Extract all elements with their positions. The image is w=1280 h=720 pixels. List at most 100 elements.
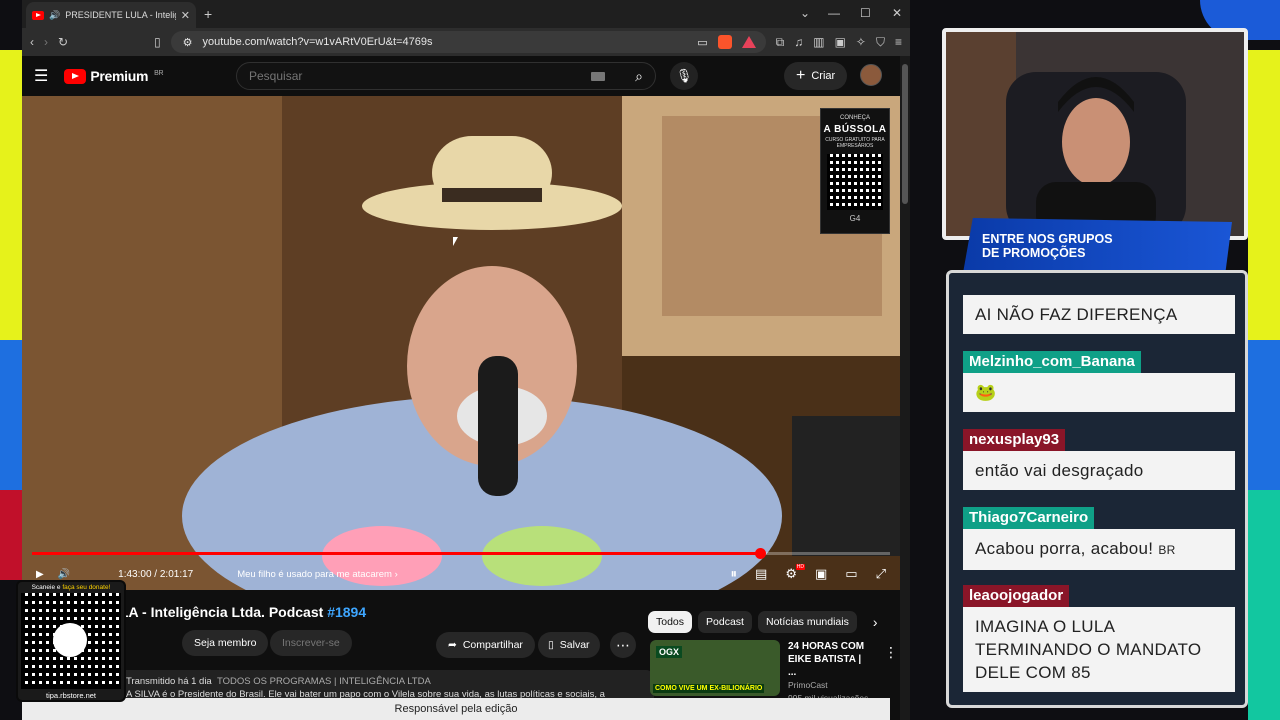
watch-info: LA - Inteligência Ltda. Podcast #1894 Se… xyxy=(22,590,900,720)
logo-region: BR xyxy=(154,70,164,77)
vpn-icon[interactable]: ⛉ xyxy=(876,35,885,50)
join-button[interactable]: Seja membro xyxy=(182,630,269,656)
tab-list-icon[interactable]: ⌄ xyxy=(800,6,810,20)
thumb-badge: OGX xyxy=(656,646,683,658)
voice-search-button[interactable]: 🎙 xyxy=(670,62,698,90)
chat-text: 🐸 xyxy=(963,373,1235,412)
brave-shields-icon[interactable] xyxy=(717,35,732,49)
recommended-channel[interactable]: PrimoCast xyxy=(788,679,872,692)
chat-message: leaoojogador IMAGINA O LULA TERMINANDO O… xyxy=(963,585,1235,692)
chapter-title[interactable]: Meu filho é usado para me atacarem › xyxy=(237,569,398,580)
avatar[interactable] xyxy=(860,64,882,86)
cast-icon[interactable]: ▭ xyxy=(697,36,707,49)
forward-icon[interactable]: › xyxy=(44,35,48,49)
youtube-header: ☰ Premium BR ⌕ 🎙 + Criar xyxy=(22,56,910,96)
speaker-icon: 🔊 xyxy=(49,9,61,20)
maximize-button[interactable]: ☐ xyxy=(860,6,871,20)
webcam-image xyxy=(946,32,1244,236)
tab-title: PRESIDENTE LULA - Inteligência Ltd xyxy=(65,10,176,20)
recommended-thumbnail[interactable]: OGX COMO VIVE UM EX-BILIONÁRIO xyxy=(650,640,780,696)
close-tab-icon[interactable]: ✕ xyxy=(181,9,190,22)
cast-tv-icon[interactable]: ▭ xyxy=(845,566,857,582)
subtitles-icon[interactable]: ▤ xyxy=(755,566,767,582)
brave-rewards-icon[interactable] xyxy=(741,36,756,48)
media-icon[interactable]: ♫ xyxy=(794,35,803,49)
qr-bottom-text: tipa.rbstore.net xyxy=(45,691,97,700)
share-button[interactable]: ➦ Compartilhar xyxy=(436,632,535,658)
extensions-icon[interactable]: ⧉ xyxy=(776,35,785,50)
scrollbar[interactable] xyxy=(900,56,910,720)
progress-fill xyxy=(32,552,761,555)
menu-icon[interactable]: ≡ xyxy=(895,35,902,49)
settings-icon[interactable]: ⚙ xyxy=(785,564,805,582)
chat-text: Acabou porra, acabou! BR xyxy=(963,529,1235,570)
ad-brand: A BÚSSOLA xyxy=(823,124,887,135)
qr-top-text: Scaneie e faça seu donate! xyxy=(31,584,111,591)
tab-bar: 🔊 PRESIDENTE LULA - Inteligência Ltd ✕ +… xyxy=(22,0,910,28)
thumb-caption: COMO VIVE UM EX-BILIONÁRIO xyxy=(653,684,765,693)
video-title: LA - Inteligência Ltda. Podcast #1894 xyxy=(120,604,367,620)
related-chips: Todos Podcast Notícias mundiais › xyxy=(648,611,878,633)
ad-line2: CURSO GRATUITO PARA EMPRESÁRIOS xyxy=(825,137,885,149)
scrollbar-thumb[interactable] xyxy=(902,64,908,204)
url-text: youtube.com/watch?v=w1vARtV0ErU&t=4769s xyxy=(202,36,433,48)
new-tab-button[interactable]: + xyxy=(204,6,212,22)
search-icon[interactable]: ⌕ xyxy=(635,68,643,85)
title-hashtag[interactable]: #1894 xyxy=(327,604,366,620)
video-frame xyxy=(22,96,900,590)
miniplayer-icon[interactable]: ▣ xyxy=(815,566,827,582)
minimize-button[interactable]: — xyxy=(828,6,840,20)
banner-line1: ENTRE NOS GRUPOS xyxy=(982,232,1113,246)
back-icon[interactable]: ‹ xyxy=(30,35,34,49)
browser-window: 🔊 PRESIDENTE LULA - Inteligência Ltd ✕ +… xyxy=(22,0,910,720)
play-icon[interactable]: ▶ xyxy=(36,569,44,580)
ad-qr-code xyxy=(827,154,883,210)
chat-text: AI NÃO FAZ DIFERENÇA xyxy=(963,295,1235,334)
mouse-cursor-icon xyxy=(453,237,458,246)
keyboard-icon[interactable] xyxy=(591,71,606,81)
search-input[interactable] xyxy=(249,69,592,83)
donate-qr-overlay: Scaneie e faça seu donate! tipa.rbstore.… xyxy=(16,580,126,702)
leo-icon[interactable]: ✧ xyxy=(856,35,866,49)
fullscreen-icon[interactable]: ⤢ xyxy=(876,566,886,582)
time-display: 1:43:00 / 2:01:17 xyxy=(118,568,194,580)
plus-icon: + xyxy=(796,67,806,84)
autoplay-toggle-icon[interactable]: ⏸ xyxy=(731,566,738,582)
volume-icon[interactable]: 🔊 xyxy=(58,569,70,580)
chip-todos[interactable]: Todos xyxy=(648,611,693,633)
chat-overlay: AI NÃO FAZ DIFERENÇA Melzinho_com_Banana… xyxy=(946,270,1248,708)
ad-footer: G4 xyxy=(849,214,861,223)
subscribe-button[interactable]: Inscrever-se xyxy=(270,630,352,656)
address-bar: ‹ › ↻ ▯ ⚙ youtube.com/watch?v=w1vARtV0Er… xyxy=(22,28,910,56)
chevron-right-icon[interactable]: › xyxy=(873,614,878,630)
site-settings-icon[interactable]: ⚙ xyxy=(183,36,193,49)
chat-text: então vai desgraçado xyxy=(963,451,1235,490)
video-player[interactable]: CONHEÇA A BÚSSOLA CURSO GRATUITO PARA EM… xyxy=(22,96,900,590)
url-field[interactable]: ⚙ youtube.com/watch?v=w1vARtV0ErU&t=4769… xyxy=(170,31,766,53)
chip-noticias[interactable]: Notícias mundiais xyxy=(757,611,857,633)
browser-tab[interactable]: 🔊 PRESIDENTE LULA - Inteligência Ltd ✕ xyxy=(26,2,196,28)
more-actions-button[interactable]: ⋯ xyxy=(610,632,636,658)
close-window-button[interactable]: ✕ xyxy=(892,6,902,20)
youtube-logo[interactable]: Premium BR xyxy=(64,68,164,84)
bookmark-icon[interactable]: ▯ xyxy=(154,35,161,49)
chat-username: Melzinho_com_Banana xyxy=(963,351,1141,373)
sidebar-icon[interactable]: ▥ xyxy=(813,35,824,49)
desc-tags[interactable]: TODOS OS PROGRAMAS | INTELIGÊNCIA LTDA xyxy=(217,676,431,687)
bookmark-add-icon: ▯ xyxy=(548,639,554,651)
search-box: ⌕ xyxy=(236,62,656,90)
reload-icon[interactable]: ↻ xyxy=(58,35,68,49)
wallet-icon[interactable]: ▣ xyxy=(835,35,846,49)
chip-podcast[interactable]: Podcast xyxy=(698,611,752,633)
banner-line2: DE PROMOÇÕES xyxy=(982,246,1086,260)
recommended-title[interactable]: 24 HORAS COM EIKE BATISTA | ... xyxy=(788,640,872,679)
ad-line1: CONHEÇA xyxy=(839,115,870,121)
chat-message: Melzinho_com_Banana 🐸 xyxy=(963,351,1235,412)
hamburger-menu-icon[interactable]: ☰ xyxy=(34,66,48,86)
save-button[interactable]: ▯ Salvar xyxy=(538,632,600,658)
sponsor-overlay[interactable]: CONHEÇA A BÚSSOLA CURSO GRATUITO PARA EM… xyxy=(820,108,890,234)
flag-suffix: BR xyxy=(1158,543,1176,557)
desc-meta: Transmitido há 1 dia xyxy=(126,676,212,687)
create-button[interactable]: + Criar xyxy=(784,62,848,90)
progress-bar[interactable] xyxy=(32,548,890,559)
